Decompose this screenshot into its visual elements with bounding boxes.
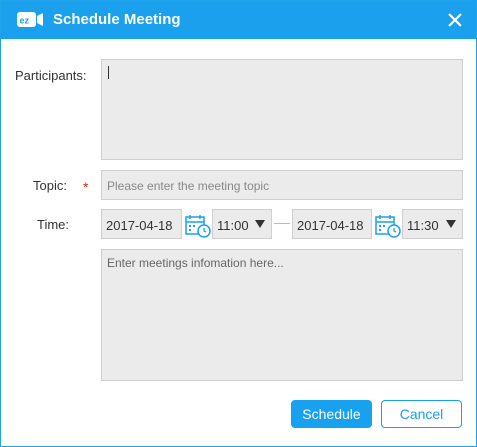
title-bar: ez Schedule Meeting [1,1,476,39]
end-time-value: 11:30 [407,218,439,233]
ez-camera-logo-icon: ez [17,12,43,27]
dialog-title: Schedule Meeting [53,11,181,28]
participants-field[interactable] [101,59,463,160]
topic-input[interactable]: Please enter the meeting topic [101,170,463,200]
participants-label: Participants: [15,68,87,83]
cancel-button[interactable]: Cancel [381,400,462,428]
schedule-meeting-dialog: ez Schedule Meeting Participants: Topic:… [0,0,477,447]
triangle-down-icon [446,220,456,228]
range-separator [274,223,290,224]
start-time-value: 11:00 [217,218,249,233]
time-label: Time: [37,217,70,232]
required-mark: * [83,179,89,195]
triangle-down-icon [255,220,265,228]
end-time-select[interactable]: 11:30 [402,209,463,239]
meeting-info-textarea[interactable]: Enter meetings infomation here... [101,249,463,381]
end-date-input[interactable]: 2017-04-18 [292,209,372,239]
close-icon[interactable] [444,9,466,31]
calendar-clock-icon[interactable] [375,214,401,238]
topic-label: Topic: [33,178,67,193]
logo-text: ez [20,16,30,26]
calendar-clock-icon[interactable] [185,214,211,238]
schedule-button[interactable]: Schedule [291,400,372,428]
start-date-input[interactable]: 2017-04-18 [101,209,182,239]
text-cursor [108,66,109,79]
start-time-select[interactable]: 11:00 [212,209,272,239]
